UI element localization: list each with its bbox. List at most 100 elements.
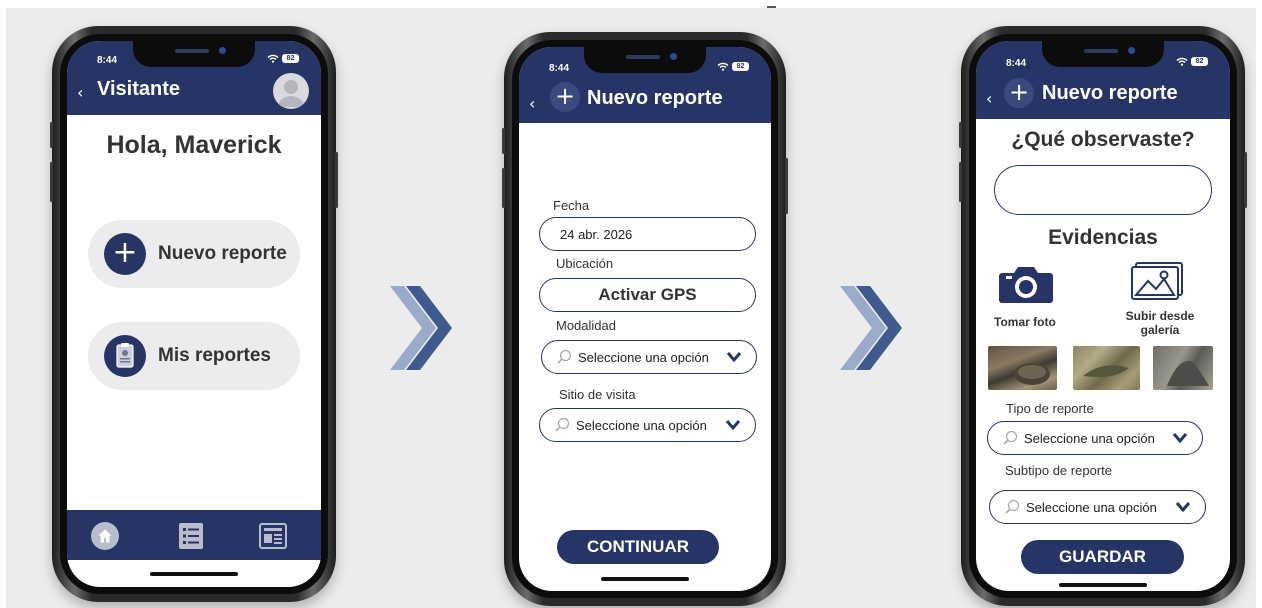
evidence-thumbnail[interactable] [1153,346,1213,390]
screen-evidence: 8:44 82 ‹ + Nuevo reporte ¿Qué observast… [976,41,1230,591]
back-icon[interactable]: ‹ [529,94,535,113]
wifi-icon [267,54,279,63]
gps-button-label: Activar GPS [598,285,697,304]
plus-icon: + [104,233,146,275]
report-subtype-placeholder: Seleccione una opción [1026,499,1157,515]
page-title: Visitante [97,78,180,100]
upload-gallery-button[interactable]: Subir desde galería [1116,261,1206,345]
modality-select[interactable]: Seleccione una opción [541,340,757,374]
user-icon [278,80,304,107]
date-field[interactable]: 24 abr. 2026 [539,217,756,251]
phone-notch [133,41,255,67]
activate-gps-button[interactable]: Activar GPS [539,278,756,312]
back-icon[interactable]: ‹ [986,89,992,108]
status-time: 8:44 [549,63,570,74]
visit-site-label: Sitio de visita [559,387,636,402]
volume-button [50,122,53,148]
modality-placeholder: Seleccione una opción [578,349,709,365]
home-indicator [1059,583,1147,587]
report-type-placeholder: Seleccione una opción [1024,430,1155,446]
greeting: Hola, Maverick [106,131,282,159]
plus-icon: + [1004,78,1034,108]
iguana-photo-icon [1083,365,1129,377]
volume-button [502,168,505,208]
bottom-navigation [67,510,321,560]
observation-question: ¿Qué observaste? [1011,128,1195,151]
volume-button [959,162,962,202]
nav-home[interactable] [91,522,119,550]
report-subtype-select[interactable]: Seleccione una opción [989,490,1206,524]
battery-icon: 82 [282,54,299,63]
clipboard-icon [104,335,146,377]
evidence-title: Evidencias [1048,226,1158,249]
top-dash [767,6,776,8]
evidence-thumbnail[interactable] [988,346,1057,390]
evidence-thumbnail[interactable] [1073,346,1140,390]
nav-reports-list[interactable] [178,522,204,550]
take-photo-button[interactable]: Tomar foto [994,263,1074,333]
power-button [785,158,788,214]
search-icon [557,349,572,364]
tortoise-photo-icon [1014,363,1050,385]
chevron-down-icon [726,352,742,363]
phone-notch [1042,41,1164,67]
canvas: 8:44 82 ‹ Visitante Hola, Maverick + Nue… [0,0,1262,608]
nav-news[interactable] [258,522,288,550]
newspaper-icon [259,523,287,549]
screen-visitante: 8:44 82 ‹ Visitante Hola, Maverick + Nue… [67,41,321,587]
phone-frame-form: 8:44 82 ‹ + Nuevo reporte Fecha 24 abr. … [502,32,788,606]
upload-gallery-label: Subir desde galería [1125,309,1195,337]
modality-label: Modalidad [556,318,616,333]
my-reports-button[interactable]: Mis reportes [88,322,300,390]
new-report-button[interactable]: + Nuevo reporte [88,220,300,288]
chevron-down-icon [725,420,741,431]
take-photo-label: Tomar foto [994,315,1056,329]
status-icons: 82 [717,62,749,71]
power-button [335,152,338,208]
save-button[interactable]: GUARDAR [1021,540,1184,574]
new-report-label: Nuevo reporte [158,243,287,264]
date-value: 24 abr. 2026 [560,226,633,242]
status-icons: 82 [1176,57,1208,66]
observation-input[interactable] [994,165,1212,215]
page-title: Nuevo reporte [587,87,723,109]
volume-button [502,128,505,154]
flow-arrow-icon [390,286,452,370]
battery-icon: 82 [732,62,749,71]
my-reports-label: Mis reportes [158,345,271,366]
status-time: 8:44 [1006,58,1027,69]
report-type-label: Tipo de reporte [1006,401,1094,416]
visit-site-placeholder: Seleccione una opción [576,417,707,433]
flow-arrow-icon [840,286,902,370]
rock-photo-icon [1167,361,1209,386]
continue-button[interactable]: CONTINUAR [557,530,719,564]
power-button [1244,152,1247,208]
search-icon [555,417,570,432]
volume-button [959,122,962,148]
home-indicator [150,572,238,576]
avatar[interactable] [273,73,309,109]
report-type-select[interactable]: Seleccione una opción [987,421,1203,455]
phone-frame-visitante: 8:44 82 ‹ Visitante Hola, Maverick + Nue… [50,26,338,602]
chevron-down-icon [1172,433,1188,444]
visit-site-select[interactable]: Seleccione una opción [539,408,756,442]
gallery-icon [1131,262,1183,300]
screen-new-report-form: 8:44 82 ‹ + Nuevo reporte Fecha 24 abr. … [519,47,771,591]
phone-frame-evidence: 8:44 82 ‹ + Nuevo reporte ¿Qué observast… [959,26,1247,606]
volume-button [50,162,53,202]
chevron-down-icon [1175,502,1191,513]
battery-icon: 82 [1191,57,1208,66]
page-title: Nuevo reporte [1042,82,1178,104]
search-icon [1005,499,1020,514]
status-time: 8:44 [97,55,118,66]
wifi-icon [717,62,729,71]
status-icons: 82 [267,54,299,63]
location-label: Ubicación [556,256,614,271]
search-icon [1003,430,1018,445]
wifi-icon [1176,57,1188,66]
phone-notch [584,47,706,73]
list-icon [179,523,203,549]
back-icon[interactable]: ‹ [77,83,83,102]
home-indicator [601,577,689,581]
report-subtype-label: Subtipo de reporte [1005,463,1112,478]
